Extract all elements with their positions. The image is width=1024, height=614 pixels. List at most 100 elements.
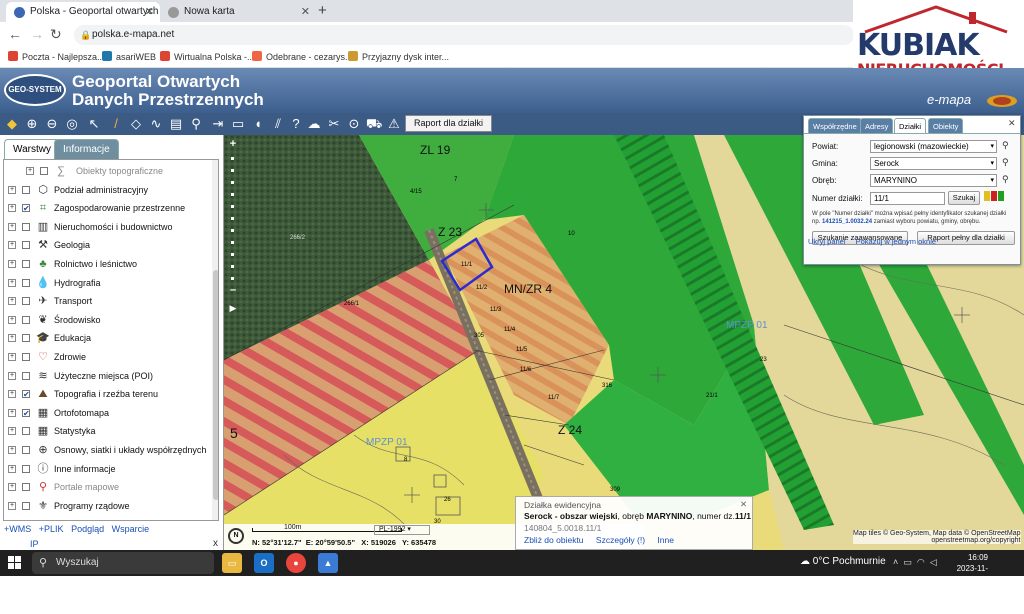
- layer-row[interactable]: + ≋ Użyteczne miejsca (POI): [4, 367, 210, 385]
- zoom-box-icon[interactable]: ◎: [64, 116, 80, 132]
- expand-icon[interactable]: +: [8, 371, 16, 380]
- new-tab-button[interactable]: +: [318, 2, 327, 19]
- forward-icon[interactable]: →: [30, 26, 44, 42]
- search-icon[interactable]: ⚲: [1002, 157, 1009, 168]
- tab-wspolrzedne[interactable]: Współrzędne: [808, 118, 862, 133]
- print-icon[interactable]: ▤: [168, 116, 184, 132]
- ip-link[interactable]: IP: [30, 539, 39, 549]
- tab-obiekty[interactable]: Obiekty: [928, 118, 964, 133]
- layer-row[interactable]: + ⬡ Podział administracyjny: [4, 181, 210, 199]
- expand-icon[interactable]: +: [8, 501, 16, 510]
- zoom-slider[interactable]: + – ▶: [228, 135, 238, 315]
- layer-checkbox[interactable]: [22, 464, 30, 473]
- layer-row[interactable]: + ∑ Obiekty topograficzne: [4, 162, 210, 180]
- expand-icon[interactable]: +: [8, 408, 16, 417]
- tab-dzialki[interactable]: Działki: [894, 118, 927, 133]
- pin-icon[interactable]: ⚲: [188, 116, 204, 132]
- layer-checkbox[interactable]: [22, 427, 30, 436]
- back-icon[interactable]: ←: [8, 26, 22, 42]
- layer-checkbox[interactable]: [22, 241, 30, 250]
- add-wms-link[interactable]: +WMS: [4, 524, 31, 534]
- layer-row[interactable]: + ❦ Środowisko: [4, 311, 210, 329]
- warning-icon[interactable]: ⚠: [386, 116, 402, 132]
- layer-checkbox[interactable]: [22, 315, 30, 324]
- outlook-icon[interactable]: O: [254, 553, 274, 573]
- projection-select[interactable]: PL-1992 ▾: [374, 525, 430, 535]
- layer-checkbox[interactable]: [22, 353, 30, 361]
- details-link[interactable]: Szczegóły (!): [596, 535, 645, 545]
- close-tab-icon[interactable]: ✕: [145, 2, 154, 22]
- export-icon[interactable]: ⇥: [210, 116, 226, 132]
- expand-icon[interactable]: +: [8, 390, 16, 399]
- tab-informacje[interactable]: Informacje: [54, 139, 119, 159]
- layer-checkbox[interactable]: [22, 185, 30, 194]
- system-tray[interactable]: ˄ ▭ ◠ ◁: [893, 557, 937, 568]
- pan-arrow-icon[interactable]: ▶: [228, 303, 238, 313]
- reload-icon[interactable]: ↻: [50, 26, 62, 43]
- one-window-link[interactable]: Pokazuj w jednym oknie: [856, 237, 936, 246]
- layer-checkbox[interactable]: [22, 260, 30, 268]
- layer-checkbox[interactable]: [40, 167, 48, 175]
- close-icon[interactable]: x: [213, 538, 218, 549]
- search-map-icon[interactable]: ⊙: [346, 116, 362, 132]
- cut-icon[interactable]: ✂: [326, 116, 342, 132]
- add-file-link[interactable]: +PLIK: [39, 524, 64, 534]
- layer-row[interactable]: + ▦ Statystyka: [4, 422, 210, 440]
- expand-icon[interactable]: +: [8, 334, 16, 343]
- powiat-select[interactable]: legionowski (mazowieckie) ▾: [870, 140, 997, 153]
- help-icon[interactable]: ?: [288, 116, 304, 132]
- hide-panel-link[interactable]: Ukryj panel: [808, 237, 846, 246]
- expand-icon[interactable]: +: [8, 222, 16, 231]
- layer-checkbox[interactable]: [22, 278, 30, 287]
- cloud-icon[interactable]: ☁: [306, 116, 322, 132]
- support-link[interactable]: Wsparcie: [112, 524, 150, 534]
- layer-checkbox[interactable]: ✔: [22, 408, 30, 417]
- bookmark-gmail[interactable]: Odebrane - cezarys...: [252, 51, 353, 62]
- weather-widget[interactable]: ☁ 0°C Pochmurnie: [800, 556, 886, 567]
- tab-adresy[interactable]: Adresy: [860, 118, 894, 133]
- layers-icon[interactable]: ◆: [4, 116, 20, 132]
- layer-row[interactable]: + ✔ ⛰ Topografia i rzeźba terenu: [4, 385, 210, 403]
- info-pen-icon[interactable]: /: [108, 116, 124, 132]
- raport-button[interactable]: Raport dla działki: [405, 115, 492, 132]
- layer-checkbox[interactable]: ✔: [22, 390, 30, 399]
- tab-warstwy[interactable]: Warstwy: [4, 139, 60, 159]
- layer-row[interactable]: + ♡ Zdrowie: [4, 348, 210, 366]
- szukaj-button[interactable]: Szukaj: [948, 191, 980, 205]
- zoom-plus-button[interactable]: +: [228, 139, 238, 150]
- photos-icon[interactable]: ▲: [318, 553, 338, 573]
- close-tab-icon[interactable]: ✕: [301, 2, 310, 22]
- preview-link[interactable]: Podgląd: [71, 524, 104, 534]
- measure-line-icon[interactable]: ∿: [148, 116, 164, 132]
- color-picker[interactable]: [984, 191, 1008, 201]
- hatch-icon[interactable]: ⫽: [270, 116, 286, 132]
- expand-icon[interactable]: +: [8, 353, 16, 361]
- other-link[interactable]: Inne: [657, 535, 674, 545]
- layer-row[interactable]: + ⚲ Portale mapowe: [4, 478, 210, 496]
- cart-icon[interactable]: ⛟: [366, 116, 382, 132]
- zoom-minus-button[interactable]: –: [228, 285, 238, 296]
- attribution-link[interactable]: openstreetmap.org/copyright: [853, 537, 1020, 544]
- layer-row[interactable]: + ✔ ▦ Ortofotomapa: [4, 404, 210, 422]
- bookmark-poczta[interactable]: Poczta - Najlepsza...: [8, 51, 105, 62]
- layer-checkbox[interactable]: ✔: [22, 204, 30, 213]
- tab-geoportal[interactable]: Polska - Geoportal otwartych da ✕: [6, 2, 160, 22]
- expand-icon[interactable]: +: [8, 297, 16, 306]
- scrollbar[interactable]: [212, 160, 218, 520]
- expand-icon[interactable]: +: [8, 427, 16, 436]
- zoom-out-icon[interactable]: ⊖: [44, 116, 60, 132]
- layer-row[interactable]: + ▥ Nieruchomości i budownictwo: [4, 218, 210, 236]
- obreb-select[interactable]: MARYNINO ▾: [870, 174, 997, 187]
- window-icon[interactable]: ▭: [230, 116, 246, 132]
- search-icon[interactable]: ⚲: [1002, 174, 1009, 185]
- comment-icon[interactable]: ◖: [250, 116, 266, 132]
- layer-row[interactable]: + 🎓 Edukacja: [4, 329, 210, 347]
- zoom-to-object-link[interactable]: Zbliż do obiektu: [524, 535, 584, 545]
- windows-start-icon[interactable]: [8, 556, 22, 570]
- expand-icon[interactable]: +: [8, 483, 16, 492]
- layer-row[interactable]: + ⓘ Inne informacje: [4, 460, 210, 478]
- layer-row[interactable]: + 💧 Hydrografia: [4, 274, 210, 292]
- close-dialog-icon[interactable]: ✕: [1008, 118, 1016, 129]
- layer-checkbox[interactable]: [22, 222, 30, 231]
- expand-icon[interactable]: +: [8, 204, 16, 213]
